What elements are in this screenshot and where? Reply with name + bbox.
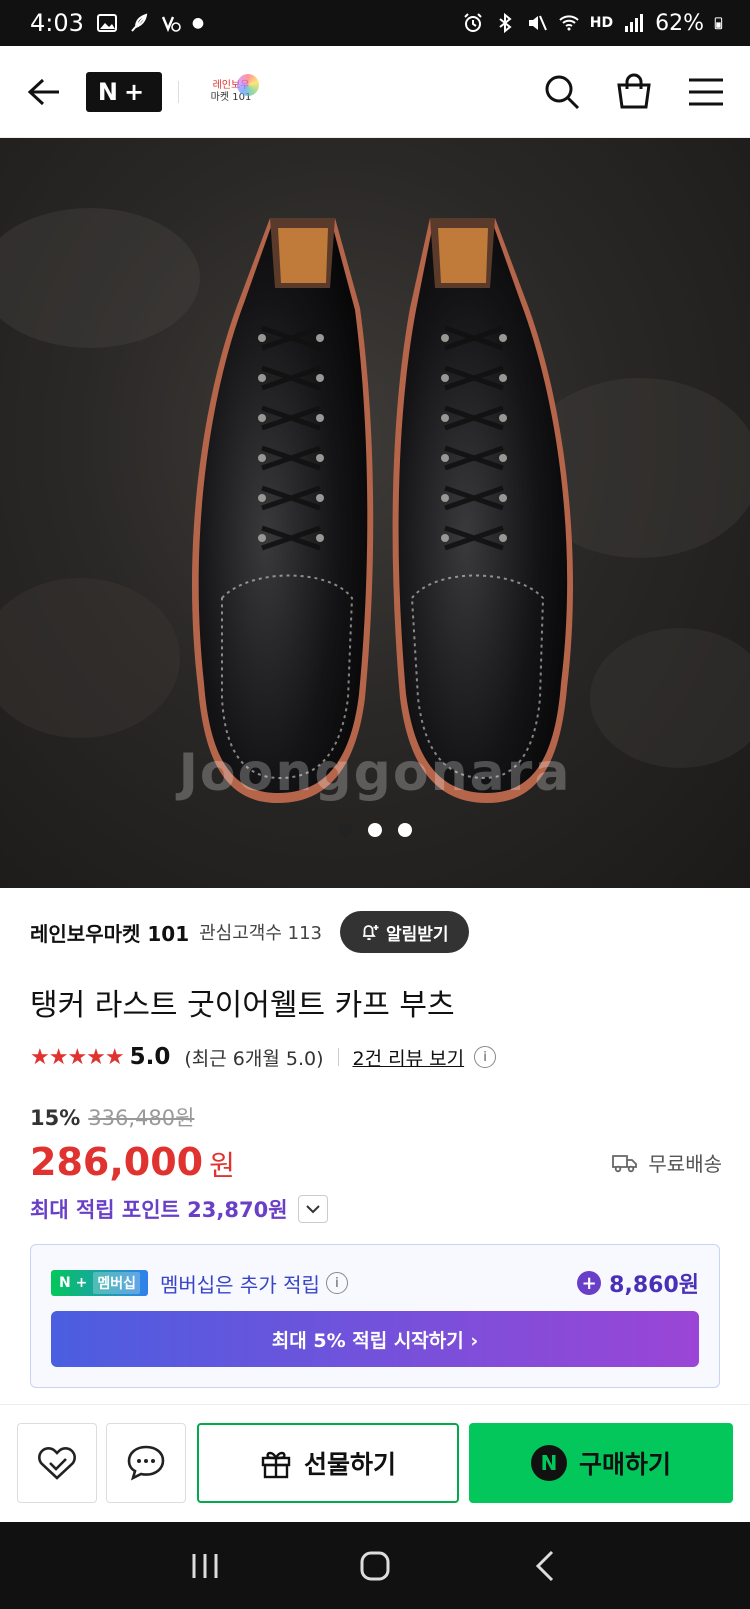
wifi-icon — [559, 15, 579, 31]
interest-count: 관심고객수 113 — [199, 923, 323, 944]
watermark: Joonggonara — [178, 743, 572, 803]
star-rating-icon: ★★★★★ — [30, 1044, 125, 1070]
mute-icon — [528, 15, 547, 31]
alarm-subscribe-button[interactable]: 알림받기 — [340, 911, 469, 953]
carousel-dot-2[interactable] — [368, 823, 382, 837]
membership-info-icon[interactable]: i — [325, 1272, 348, 1294]
bottom-action-bar: 선물하기 N 구매하기 — [0, 1404, 750, 1522]
recent-rating: (최근 6개월 5.0) — [184, 1047, 324, 1070]
bluetooth-icon — [499, 12, 512, 34]
back-button[interactable] — [24, 72, 64, 112]
status-bar: 4:03 ● HD 62% — [0, 0, 750, 46]
shopping-bag-icon — [617, 73, 651, 108]
shipping-info: 무료배송 — [612, 1148, 722, 1177]
carousel-indicator — [0, 823, 750, 837]
info-icon[interactable]: i — [474, 1046, 497, 1068]
points-expand-button[interactable] — [297, 1195, 328, 1223]
carousel-dot-3[interactable] — [398, 823, 412, 837]
carousel-dot-1[interactable] — [338, 823, 352, 837]
max-points-row[interactable]: 최대 적립 포인트 23,870원 — [30, 1194, 328, 1224]
store-info-row: 레인보우마켓 101 관심고객수 113 알림받기 — [30, 910, 469, 954]
chat-bubble-icon — [127, 1445, 165, 1481]
battery-level: 62% — [655, 10, 704, 36]
product-title: 탱커 라스트 굿이어웰트 카프 부츠 — [30, 988, 455, 1023]
header-actions — [542, 72, 726, 112]
review-link[interactable]: 2건 리뷰 보기 — [353, 1044, 465, 1071]
currency-unit: 원 — [209, 1149, 235, 1182]
system-navigation-bar — [0, 1522, 750, 1609]
max-points-label: 최대 적립 포인트 23,870원 — [30, 1198, 288, 1222]
discount-row: 15% 336,480원 — [30, 1102, 194, 1132]
search-icon — [545, 75, 580, 109]
battery-icon — [714, 17, 723, 30]
recent-apps-icon — [192, 1553, 218, 1578]
more-notifications-icon: ● — [191, 15, 205, 31]
naver-plus-logo[interactable]: N+ — [86, 71, 162, 112]
vibrate-icon — [161, 16, 181, 33]
hd-voice-label: HD — [589, 15, 614, 31]
search-button[interactable] — [542, 72, 582, 112]
signal-icon — [625, 14, 644, 32]
status-time: 4:03 — [30, 9, 84, 37]
system-back-button[interactable] — [525, 1546, 565, 1586]
back-chevron-icon — [535, 1550, 554, 1581]
menu-button[interactable] — [686, 72, 726, 112]
notification-icons: ● — [96, 12, 204, 34]
rainbow-icon — [237, 73, 259, 96]
feather-icon — [131, 13, 148, 32]
left-boot — [192, 218, 374, 803]
membership-points: + 8,860원 — [577, 1267, 699, 1299]
membership-badge: N + 멤버십 — [51, 1270, 148, 1296]
chevron-down-icon — [305, 1205, 320, 1214]
right-boot — [392, 218, 573, 803]
cart-button[interactable] — [614, 72, 654, 112]
truck-icon — [612, 1154, 638, 1172]
sale-price: 286,000 — [30, 1140, 204, 1184]
buy-button[interactable]: N 구매하기 — [469, 1423, 733, 1503]
hamburger-menu-icon — [689, 78, 723, 105]
rating-row: ★★★★★ 5.0 (최근 6개월 5.0) 2건 리뷰 보기 i — [30, 1040, 497, 1074]
gift-button-label: 선물하기 — [303, 1450, 396, 1479]
gift-button[interactable]: 선물하기 — [197, 1423, 459, 1503]
membership-badge-label: 멤버십 — [93, 1272, 140, 1294]
rating-score: 5.0 — [129, 1044, 171, 1070]
app-header: N+ 레인보우 마켓 101 — [0, 46, 750, 138]
gallery-icon — [96, 14, 117, 32]
original-price: 336,480원 — [88, 1106, 195, 1130]
status-right: HD 62% — [462, 11, 728, 36]
membership-box: N + 멤버십 멤버십은 추가 적립 i + 8,860원 최대 5% 적립 시… — [30, 1244, 720, 1388]
store-logo[interactable]: 레인보우 마켓 101 — [199, 70, 263, 114]
discount-rate: 15% — [30, 1106, 81, 1130]
naver-pay-icon: N — [530, 1445, 567, 1481]
naver-plus-mini-logo: N + — [59, 1275, 88, 1291]
home-button[interactable] — [355, 1546, 395, 1586]
alarm-icon — [464, 13, 482, 32]
heart-icon — [38, 1447, 76, 1480]
membership-points-value: 8,860원 — [609, 1273, 699, 1298]
bell-plus-icon — [362, 925, 379, 941]
plus-circle-icon: + — [577, 1271, 602, 1295]
home-icon — [360, 1551, 390, 1580]
like-button[interactable] — [17, 1423, 97, 1503]
header-divider — [178, 80, 179, 103]
membership-text: 멤버십은 추가 적립 — [159, 1272, 320, 1297]
rating-divider — [337, 1048, 339, 1066]
shipping-label: 무료배송 — [648, 1152, 722, 1176]
membership-start-button[interactable]: 최대 5% 적립 시작하기 › — [51, 1311, 699, 1367]
back-arrow-icon — [27, 78, 59, 105]
recent-apps-button[interactable] — [185, 1546, 225, 1586]
store-name-link[interactable]: 레인보우마켓 101 — [30, 918, 189, 947]
membership-top: N + 멤버십 멤버십은 추가 적립 i + 8,860원 — [51, 1265, 699, 1301]
product-image-carousel[interactable]: Joonggonara — [0, 138, 750, 888]
gift-icon — [261, 1451, 291, 1479]
alarm-button-label: 알림받기 — [386, 924, 449, 945]
buy-button-label: 구매하기 — [578, 1450, 671, 1479]
chat-button[interactable] — [106, 1423, 186, 1503]
price-row: 286,000 원 — [30, 1140, 235, 1184]
